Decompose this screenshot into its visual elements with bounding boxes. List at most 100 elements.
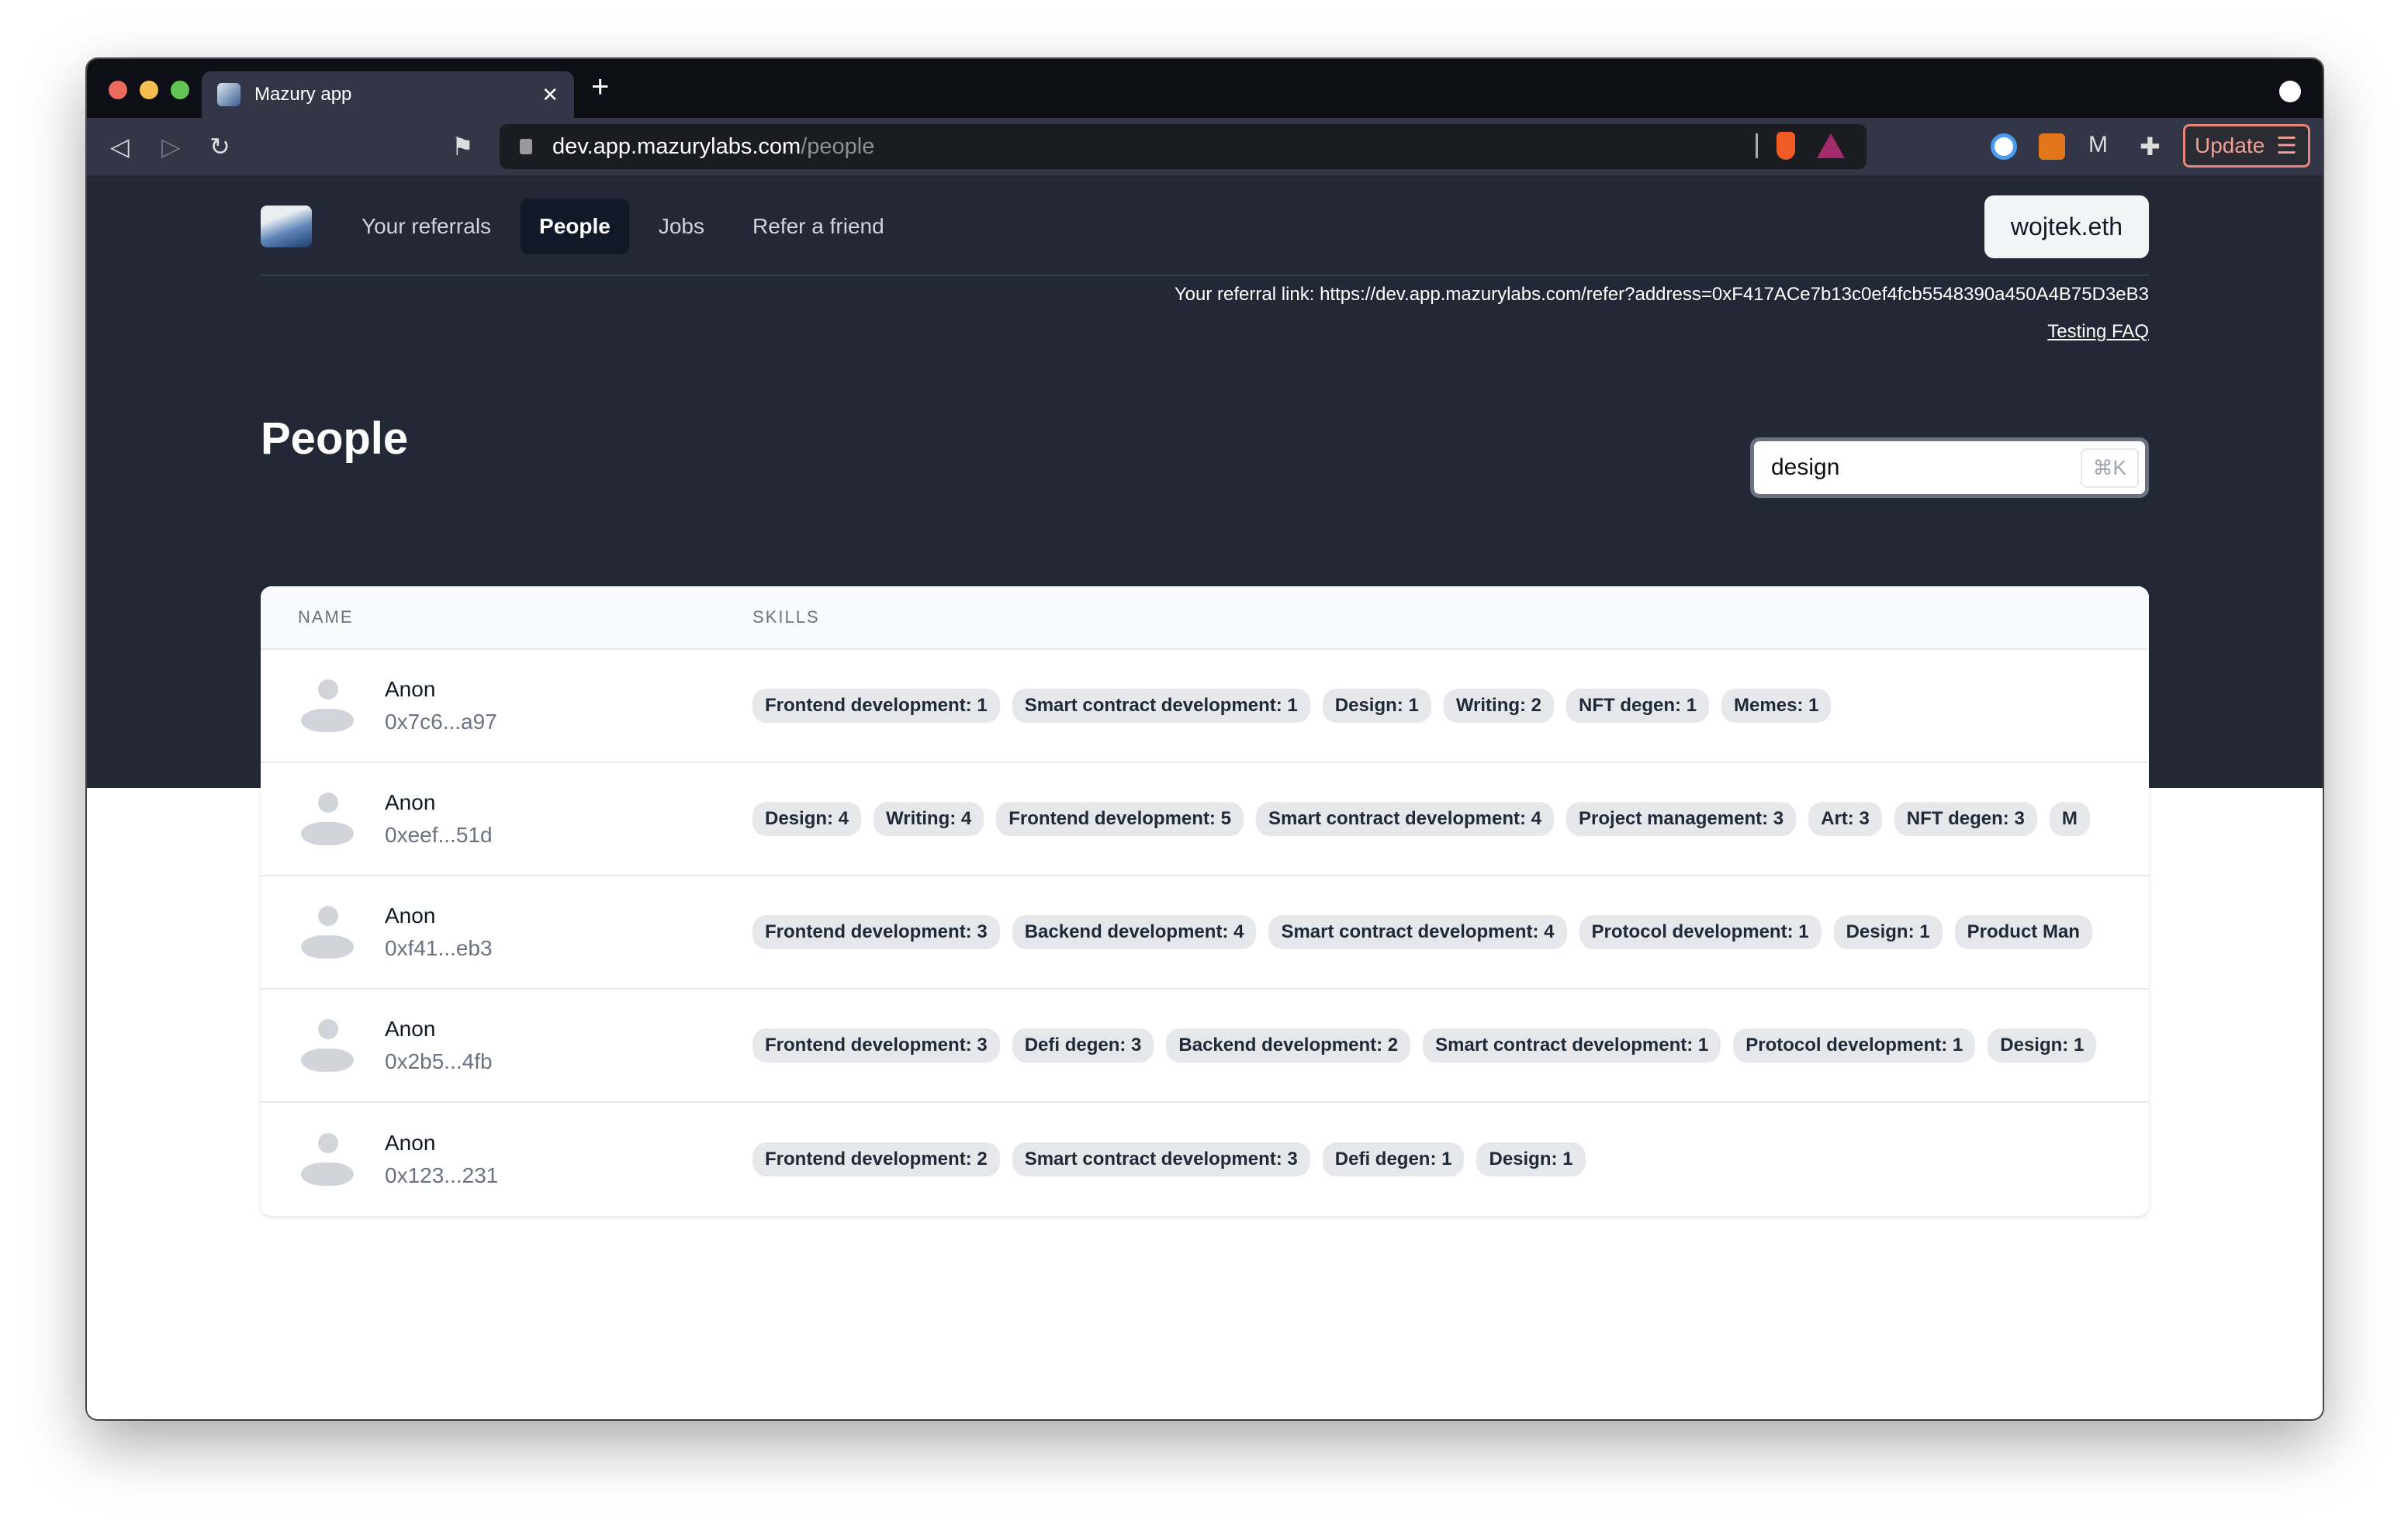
name-cell: Anon 0x123...231 (261, 1131, 752, 1188)
skill-badge: Design: 1 (1322, 689, 1431, 723)
close-tab-icon[interactable]: ✕ (541, 83, 559, 107)
name-cell: Anon 0xf41...eb3 (261, 903, 752, 961)
tab-title: Mazury app (254, 84, 352, 105)
nav-your-referrals[interactable]: Your referrals (343, 199, 510, 254)
skills-cell: Frontend development: 3 Backend developme… (752, 915, 2149, 949)
extensions-puzzle-icon[interactable]: ✚ (2140, 132, 2161, 161)
top-nav: Your referrals People Jobs Refer a frien… (261, 195, 2149, 258)
table-row[interactable]: Anon 0xf41...eb3 Frontend development: 3… (261, 876, 2149, 990)
people-table: NAME SKILLS Anon 0x7c6...a97 Frontend de… (261, 586, 2149, 1216)
shortcut-hint: ⌘K (2080, 447, 2139, 488)
table-header: NAME SKILLS (261, 586, 2149, 650)
minimize-window-button[interactable] (140, 81, 158, 99)
bookmark-icon[interactable]: ⚑ (452, 132, 474, 161)
nav-refer-a-friend[interactable]: Refer a friend (734, 199, 903, 254)
wallet-button[interactable]: wojtek.eth (1984, 195, 2149, 258)
divider (261, 275, 2149, 276)
url-host: dev.app.mazurylabs.com (552, 133, 801, 159)
table-row[interactable]: Anon 0x2b5...4fb Frontend development: 3… (261, 990, 2149, 1103)
table-row[interactable]: Anon 0xeef...51d Design: 4 Writing: 4 Fron… (261, 763, 2149, 876)
person-name: Anon (385, 1131, 436, 1155)
extension-m-icon[interactable]: M (2088, 132, 2108, 158)
wave-favicon-icon (217, 83, 240, 106)
new-tab-plus-icon[interactable]: + (591, 70, 609, 105)
skill-badge: Frontend development: 3 (752, 1028, 1000, 1062)
person-address: 0xeef...51d (385, 823, 493, 847)
person-address: 0x123...231 (385, 1163, 499, 1187)
name-cell: Anon 0x7c6...a97 (261, 677, 752, 734)
skill-badge: Backend development: 4 (1012, 915, 1257, 949)
skill-badge: Design: 1 (1476, 1142, 1586, 1176)
nav-people[interactable]: People (521, 199, 629, 254)
skill-badge: Frontend development: 3 (752, 915, 1000, 949)
browser-window: Mazury app ✕ + ◁ ▷ ↻ ⚑ dev.app.mazurylab… (87, 59, 2323, 1419)
person-name: Anon (385, 903, 436, 928)
skill-badge: Backend development: 2 (1166, 1028, 1411, 1062)
1password-icon[interactable] (1991, 133, 2017, 160)
maximize-window-button[interactable] (171, 81, 189, 99)
metamask-fox-icon[interactable] (2039, 133, 2065, 160)
reload-icon[interactable]: ↻ (209, 132, 230, 161)
skills-cell: Frontend development: 2 Smart contract de… (752, 1142, 2149, 1176)
person-name: Anon (385, 677, 436, 701)
skills-cell: Design: 4 Writing: 4 Frontend development:… (752, 802, 2149, 836)
update-button[interactable]: Update ☰ (2183, 124, 2310, 168)
brave-rewards-icon[interactable] (1817, 133, 1845, 158)
nav-jobs[interactable]: Jobs (640, 199, 723, 254)
skill-badge: Art: 3 (1808, 802, 1882, 836)
skill-badge: NFT degen: 3 (1894, 802, 2037, 836)
skill-badge: Design: 1 (1833, 915, 1943, 949)
browser-tab[interactable]: Mazury app ✕ (202, 71, 574, 118)
person-address: 0x7c6...a97 (385, 710, 497, 734)
back-icon[interactable]: ◁ (110, 132, 130, 161)
skills-cell: Frontend development: 1 Smart contract de… (752, 689, 2149, 723)
avatar-placeholder-icon (301, 1019, 354, 1072)
skill-badge: NFT degen: 1 (1566, 689, 1710, 723)
skill-badge: M (2049, 802, 2090, 836)
skill-badge: Writing: 4 (874, 802, 984, 836)
skill-badge: Writing: 2 (1443, 689, 1555, 723)
table-row[interactable]: Anon 0x123...231 Frontend development: 2… (261, 1103, 2149, 1216)
skill-badge: Smart contract development: 1 (1012, 689, 1310, 723)
skill-badge: Smart contract development: 4 (1268, 915, 1567, 949)
avatar-placeholder-icon (301, 1133, 354, 1186)
name-cell: Anon 0x2b5...4fb (261, 1017, 752, 1074)
skill-badge: Defi degen: 3 (1012, 1028, 1154, 1062)
skill-badge: Smart contract development: 1 (1423, 1028, 1721, 1062)
avatar-placeholder-icon (301, 679, 354, 732)
skill-badge: Smart contract development: 4 (1255, 802, 1555, 836)
avatar-placeholder-icon (301, 793, 354, 845)
menu-icon: ☰ (2276, 133, 2297, 159)
update-label: Update (2195, 133, 2265, 157)
search-box[interactable]: ⌘K (1750, 437, 2149, 498)
url-path: /people (801, 133, 875, 159)
skill-badge: Frontend development: 1 (752, 689, 1000, 723)
name-cell: Anon 0xeef...51d (261, 790, 752, 848)
search-input[interactable] (1771, 454, 2081, 481)
address-bar[interactable]: dev.app.mazurylabs.com/people (500, 124, 1867, 169)
tab-bar: Mazury app ✕ + (87, 59, 2323, 118)
forward-icon[interactable]: ▷ (161, 132, 181, 161)
skills-cell: Frontend development: 3 Defi degen: 3 Back… (752, 1028, 2149, 1062)
divider (1756, 133, 1758, 158)
brave-shields-icon[interactable] (1777, 132, 1795, 160)
person-name: Anon (385, 790, 436, 814)
column-header-name: NAME (298, 607, 354, 627)
testing-faq-link[interactable]: Testing FAQ (2047, 321, 2149, 343)
avatar-placeholder-icon (301, 906, 354, 959)
profile-chevron-icon[interactable] (2279, 81, 2301, 102)
mazury-logo-icon[interactable] (261, 206, 312, 247)
skill-badge: Smart contract development: 3 (1012, 1142, 1310, 1176)
page-title: People (261, 413, 409, 464)
referral-link: Your referral link: https://dev.app.mazu… (1174, 284, 2149, 305)
skill-badge: Design: 4 (752, 802, 862, 836)
close-window-button[interactable] (109, 81, 127, 99)
skill-badge: Design: 1 (1988, 1028, 2097, 1062)
skill-badge: Project management: 3 (1566, 802, 1797, 836)
person-name: Anon (385, 1017, 436, 1041)
table-row[interactable]: Anon 0x7c6...a97 Frontend development: 1… (261, 650, 2149, 763)
column-header-skills: SKILLS (752, 607, 820, 627)
skill-badge: Protocol development: 1 (1579, 915, 1822, 949)
person-address: 0x2b5...4fb (385, 1049, 493, 1073)
skill-badge: Protocol development: 1 (1733, 1028, 1976, 1062)
